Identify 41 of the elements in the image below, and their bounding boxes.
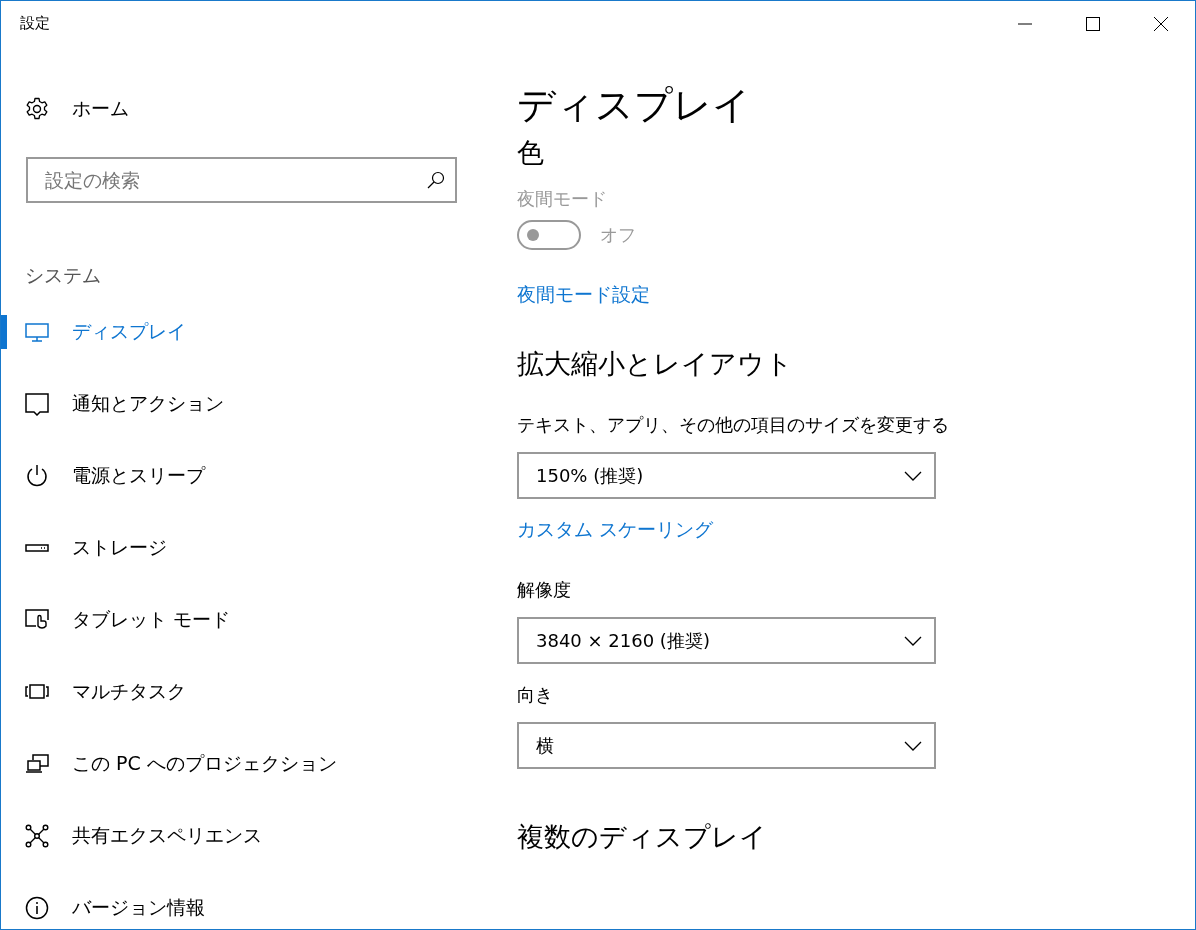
chevron-down-icon [904, 740, 922, 751]
nav-item[interactable]: ストレージ [1, 531, 471, 565]
setting-label: 向き [517, 683, 554, 707]
search-field[interactable]: 設定の検索 [26, 157, 457, 203]
chevron-down-icon [904, 635, 922, 646]
section-heading: 色 [517, 136, 544, 170]
section-heading: 拡大縮小とレイアウト [517, 347, 793, 381]
info-icon [25, 896, 49, 920]
close-icon [1154, 17, 1168, 31]
section-heading: 複数のディスプレイ [517, 820, 767, 854]
dropdown[interactable]: 3840 × 2160 (推奨) [517, 617, 936, 664]
speech-bubble-icon [25, 392, 49, 416]
nav-item[interactable]: バージョン情報 [1, 891, 471, 925]
search-icon [427, 171, 445, 189]
setting-label: 夜間モード [517, 187, 608, 211]
nav-item[interactable]: タブレット モード [1, 603, 471, 637]
setting-label: 解像度 [517, 578, 572, 602]
window-title: 設定 [20, 13, 50, 33]
chevron-down-icon [904, 470, 922, 481]
home-nav-item[interactable]: ホーム [1, 94, 471, 124]
nav-item[interactable]: マルチタスク [1, 675, 471, 709]
maximize-icon [1086, 17, 1100, 31]
toggle-state: オフ [600, 223, 636, 247]
gear-icon [25, 97, 49, 121]
dropdown[interactable]: 150% (推奨) [517, 452, 936, 499]
page-title: ディスプレイ [517, 82, 751, 129]
link[interactable]: 夜間モード設定 [517, 280, 650, 308]
monitor-icon [25, 320, 49, 344]
network-nodes-icon [25, 824, 49, 848]
section-label: システム [25, 263, 102, 288]
tablet-touch-icon [25, 608, 49, 632]
nav-item[interactable]: 通知とアクション [1, 387, 471, 421]
nav-item[interactable]: ディスプレイ [1, 315, 471, 349]
projection-icon [25, 752, 49, 776]
setting-label: テキスト、アプリ、その他の項目のサイズを変更する [517, 413, 949, 437]
dropdown[interactable]: 横 [517, 722, 936, 769]
power-icon [25, 464, 49, 488]
nav-item[interactable]: 共有エクスペリエンス [1, 819, 471, 853]
nav-item[interactable]: 電源とスリープ [1, 459, 471, 493]
link[interactable]: カスタム スケーリング [517, 515, 714, 543]
nav-item[interactable]: この PC へのプロジェクション [1, 747, 471, 781]
